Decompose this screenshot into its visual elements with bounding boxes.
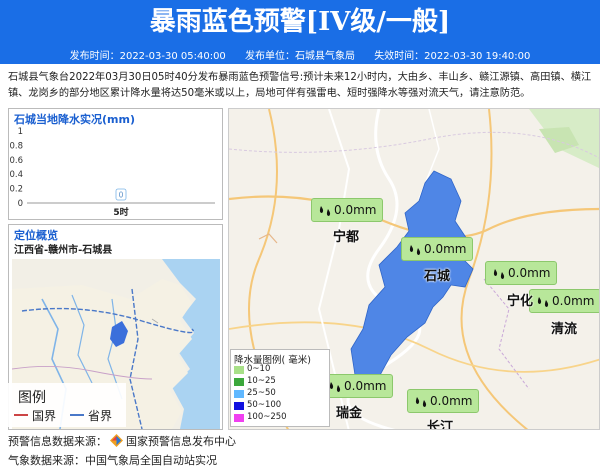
overview-legend-title: 图例 (18, 390, 46, 406)
y-tick-label: 0.2 (9, 185, 23, 195)
place-label: 宁化 (507, 294, 534, 309)
warning-center-logo-icon (110, 434, 123, 447)
national-border-swatch (14, 414, 28, 416)
legend-row: 100~250 (234, 412, 329, 423)
rain-badge[interactable]: 0.0mm (321, 374, 394, 398)
legend-label: 100~250 (247, 412, 287, 422)
rain-badge-value: 0.0mm (508, 266, 551, 280)
legend-label: 0~10 (247, 364, 271, 374)
x-tick-label: 5时 (113, 206, 128, 218)
legend-row: 50~100 (234, 400, 329, 411)
publisher: 发布单位：石城县气象局 (245, 51, 355, 62)
raindrop-icon (409, 245, 421, 255)
rainfall-chart: 1 0.8 0.6 0.4 0.2 0 0 5时 (9, 127, 215, 218)
place-label: 长汀 (427, 420, 454, 430)
warning-title: 暴雨蓝色预警[IV级/一般] (149, 7, 451, 37)
rain-badge-value: 0.0mm (344, 379, 387, 393)
legend-label: 10~25 (247, 376, 276, 386)
warning-description: 石城县气象台2022年03月30日05时40分发布暴雨蓝色预警信号:预计未来12… (8, 72, 592, 99)
y-tick-label: 0.6 (9, 156, 23, 166)
y-tick-label: 0 (18, 199, 23, 209)
rain-badge[interactable]: 0.0mm (311, 198, 384, 222)
legend-swatch (234, 402, 244, 410)
national-border-label: 国界 (32, 409, 57, 423)
legend-swatch (234, 378, 244, 386)
y-tick-label: 0.4 (9, 170, 23, 180)
y-tick-label: 1 (18, 127, 23, 137)
warning-header: 暴雨蓝色预警[IV级/一般] 发布时间：2022-03-30 05:40:00 … (0, 0, 600, 64)
provincial-border-label: 省界 (88, 409, 113, 423)
legend-label: 50~100 (247, 400, 282, 410)
place-label: 瑞金 (336, 406, 363, 421)
rain-badge-value: 0.0mm (552, 294, 595, 308)
place-label: 宁都 (333, 230, 360, 245)
legend-row: 10~25 (234, 376, 329, 387)
legend-swatch (234, 414, 244, 422)
legend-row: 25~50 (234, 388, 329, 399)
provincial-border-swatch (70, 414, 84, 416)
footer-warning-source: 预警信息数据来源： 国家预警信息发布中心 (8, 433, 236, 449)
legend-swatch (234, 366, 244, 374)
rain-badge[interactable]: 0.0mm (407, 389, 480, 413)
legend-row: 0~10 (234, 364, 329, 375)
rain-badge[interactable]: 0.0mm (401, 237, 474, 261)
precipitation-legend: 降水量图例( 毫米) 0~10 10~25 25~50 50~100 100~2… (230, 349, 330, 427)
footer-source1-value[interactable]: 国家预警信息发布中心 (126, 435, 236, 448)
rain-badge[interactable]: 0.0mm (529, 289, 599, 313)
expire-time: 失效时间：2022-03-30 19:40:00 (374, 51, 531, 62)
raindrop-icon (319, 206, 331, 216)
raindrop-icon (537, 297, 549, 307)
warning-meta: 发布时间：2022-03-30 05:40:00 发布单位：石城县气象局 失效时… (0, 49, 600, 64)
data-label: 0 (119, 191, 124, 200)
y-tick-label: 0.8 (9, 141, 23, 151)
rain-badge[interactable]: 0.0mm (485, 261, 558, 285)
place-label: 清流 (551, 322, 578, 337)
legend-swatch (234, 390, 244, 398)
place-label: 石城 (424, 269, 451, 284)
raindrop-icon (493, 269, 505, 279)
footer-weather-source: 气象数据来源：中国气象局全国自动站实况 (8, 454, 217, 467)
overview-legend: 图例 国界 省界 (6, 383, 126, 427)
rain-badge-value: 0.0mm (430, 394, 473, 408)
footer-source1-label: 预警信息数据来源： (8, 435, 107, 448)
rain-badge-value: 0.0mm (334, 203, 377, 217)
legend-label: 25~50 (247, 388, 276, 398)
rain-badge-value: 0.0mm (424, 242, 467, 256)
location-path: 江西省-赣州市-石城县 (14, 245, 113, 256)
publish-time: 发布时间：2022-03-30 05:40:00 (69, 51, 226, 62)
rainfall-panel: 石城当地降水实况(mm) 1 0.8 0.6 0.4 0.2 0 0 5时 (8, 108, 223, 220)
raindrop-icon (415, 397, 427, 407)
